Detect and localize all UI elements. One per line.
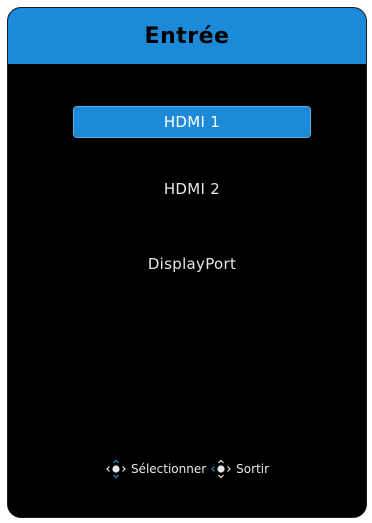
title-bar: Entrée bbox=[8, 8, 366, 64]
select-hint: Sélectionner bbox=[103, 454, 208, 484]
input-option-label: DisplayPort bbox=[147, 255, 237, 273]
exit-hint-label: Sortir bbox=[236, 462, 270, 476]
input-option-label: HDMI 2 bbox=[163, 180, 221, 198]
joystick-3way-icon bbox=[211, 459, 232, 479]
osd-menu-panel: Entrée HDMI 1 HDMI 2 DisplayPort Sélecti… bbox=[7, 7, 367, 518]
input-option-hdmi-2[interactable]: HDMI 2 bbox=[74, 174, 310, 204]
menu-title: Entrée bbox=[144, 23, 230, 49]
control-hints: Sélectionner Sortir bbox=[8, 454, 366, 484]
joystick-4way-icon bbox=[106, 459, 126, 479]
select-hint-label: Sélectionner bbox=[130, 462, 207, 476]
input-option-label: HDMI 1 bbox=[163, 113, 221, 131]
input-option-hdmi-1[interactable]: HDMI 1 bbox=[73, 106, 311, 138]
input-option-displayport[interactable]: DisplayPort bbox=[74, 249, 310, 279]
exit-hint: Sortir bbox=[208, 454, 271, 484]
